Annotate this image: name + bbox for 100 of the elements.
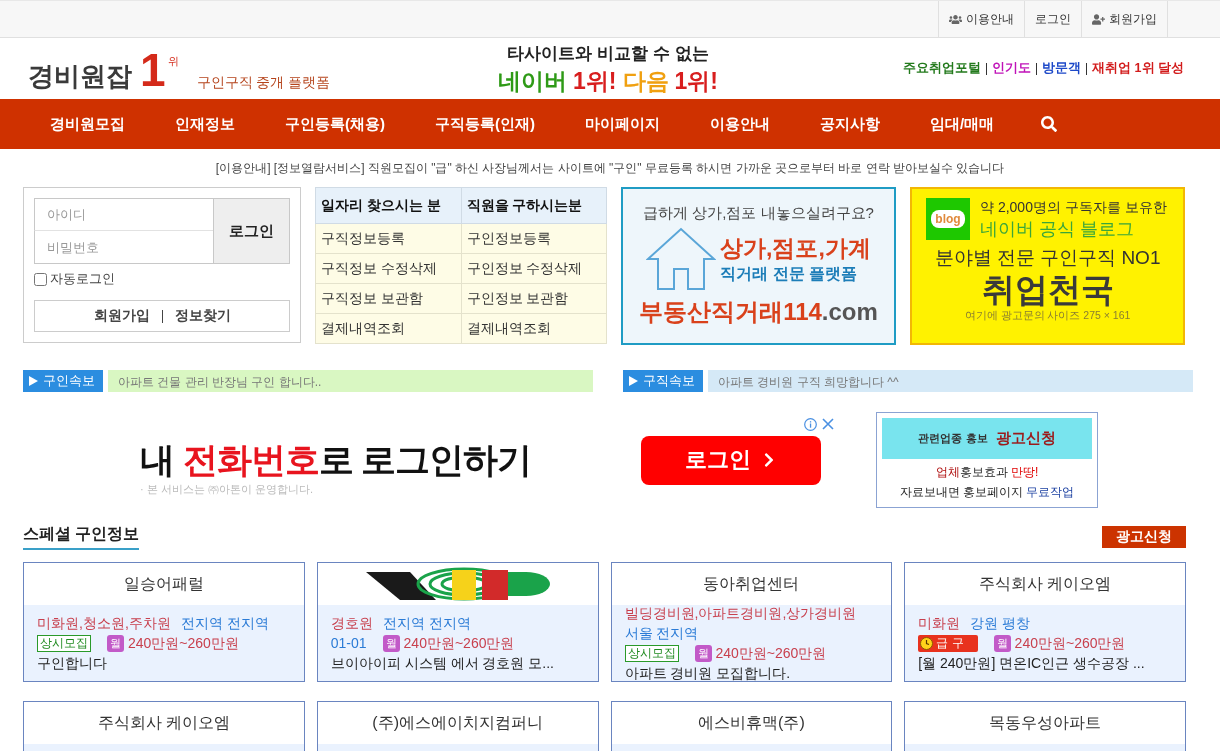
close-icon[interactable] [822,418,834,430]
always-hiring-tag: 상시모집 [37,634,91,652]
job-card[interactable]: (주)에스에이치지컴퍼니 [316,701,599,751]
menu-link[interactable]: 구직정보 보관함 [315,283,461,314]
job-card[interactable]: 주식회사 케이오엠 [23,701,305,751]
banner-site-suffix: .com [821,297,878,327]
promo-tag: 관련업종 홍보 [918,431,988,446]
banner-headline: 상가,점포,가계 [720,234,871,263]
login-button[interactable]: 로그인 [213,198,290,264]
menu-link[interactable]: 구직정보등록 [315,223,461,254]
info-icon[interactable] [804,418,817,431]
job-summary: [월 240만원] 면온IC인근 생수공장 ... [918,654,1146,673]
account-link[interactable]: 회원가입 [93,307,150,325]
top-link[interactable]: 회원가입 [1081,1,1168,37]
highlight-link[interactable]: 인기도 [987,60,1037,77]
nav-link[interactable]: 경비원모집 [23,99,150,149]
slogan-text: 타사이트와 비교할 수 없는 [507,42,709,65]
nav-link[interactable]: 공지사항 [795,99,905,149]
menu-link[interactable]: 결제내역조회 [461,313,607,344]
salary-range: 240만원~260만원 [715,644,827,663]
ad-note: · 본 서비스는 ㈜아톤이 운영합니다. [140,482,314,496]
top-link[interactable]: 이용안내 [938,1,1024,37]
company-name: 일승어패럴 [123,573,204,594]
play-icon [29,376,38,386]
nav-link[interactable]: 이용안내 [685,99,795,149]
account-link[interactable]: 정보찾기 [174,307,231,325]
promo-text: 자료보내면 홍보페이지 무료작업 [899,484,1075,501]
menu-link[interactable]: 구인정보 수정삭제 [461,253,607,284]
password-field[interactable]: 비밀번호 [34,231,213,264]
menu-link[interactable]: 결제내역조회 [315,313,461,344]
user-plus-icon [1092,12,1105,26]
id-field[interactable]: 아이디 [34,198,213,231]
house-icon [646,227,717,291]
job-region: 강원 평창 [970,614,1031,633]
pay-type-tag: 월 [107,634,124,652]
promo-text: 업체홍보효과 만땅! [935,464,1039,481]
search-icon [1041,116,1058,132]
menu-heading: 직원을 구하시는분 [461,187,607,224]
menu-link[interactable]: 구직정보 수정삭제 [315,253,461,284]
pay-type-tag: 월 [993,634,1011,652]
ticker-title: 구인속보 [43,372,95,390]
section-title: 스페셜 구인정보 [23,524,140,550]
nav-link[interactable]: 임대/매매 [905,99,1020,149]
always-hiring-tag: 상시모집 [624,644,679,662]
real-estate-banner[interactable]: 급하게 상가,점포 내놓으실려구요? 상가,점포,가계 직거래 전문 플랫폼 부동산직거래114.com [621,187,896,345]
ad-apply-button[interactable]: 광고신청 [1102,526,1186,548]
company-name: 목동우성아파트 [989,712,1102,733]
job-types: 미화원,청소원,주차원 [37,615,171,631]
salary-range: 240만원~260만원 [128,634,239,653]
banner-question: 급하게 상가,점포 내놓으실려구요? [643,203,874,223]
blog-banner[interactable]: blog 약 2,000명의 구독자를 보유한 네이버 공식 블로그 분야별 전문 구인구직 NO1 취업천국 여기에 광고문의 사이즈 275 × 161 [910,187,1185,345]
logo-tagline: 구인구직 중개 플랫폼 [196,72,331,92]
banner-text: 약 2,000명의 구독자를 보유한 [980,198,1167,217]
job-summary: 구인합니다 [37,654,108,673]
auto-login-label: 자동로그인 [50,270,115,288]
posting-date: 01-01 [330,634,367,653]
job-summary: 아파트 경비원 모집합니다. [624,664,792,683]
banner-footnote: 여기에 광고문의 사이즈 275 × 161 [964,309,1131,322]
job-summary: 브이아이피 시스템 에서 경호원 모... [330,654,555,673]
logo-rank-suffix: 위 [167,53,179,69]
pay-type-tag: 월 [382,634,400,652]
ad-headline: 내 전화번호로 로그인하기 [140,440,532,480]
job-card[interactable]: 일승어패럴 미화원,청소원,주차원 전지역 전지역 상시모집 월 240만원~260만원 구인합니다 [23,562,305,682]
clock-icon [920,636,934,650]
blog-label: blog [931,210,965,228]
ticker-text[interactable]: 아파트 건물 관리 반장님 구인 합니다.. [118,375,322,389]
company-name: 에스비휴맥(주) [698,712,805,733]
ranking-slogan: 네이버 1위! 다음 1위! [498,66,718,96]
users-icon [949,12,962,26]
logo-rank: 1 [140,47,166,92]
pay-type-tag: 월 [694,644,712,662]
notice-text: [이용안내] [정보열람서비스] 직원모집이 "급" 하신 사장님께서는 사이트에 "구인" 무료등록 하시면 가까운 곳으로부터 바로 연락 받아보실수 있습니다 [214,159,1006,177]
banner-title: 취업천국 [981,271,1114,309]
nav-link[interactable]: 구직등록(인재) [410,99,560,149]
highlight-link[interactable]: 주요취업포털 [898,60,987,77]
job-card[interactable]: 주식회사 케이오엠 미화원 강원 평창 급 구 월 240만원~260만원 [월 240만원] 면온IC인근 생수공장 ... [904,562,1186,682]
job-card[interactable]: 경호원 전지역 전지역 01-01 월 240만원~260만원 브이아이피 시스템 에서 경호원 모... [316,562,599,682]
banner-site-name: 부동산직거래114 [639,297,822,327]
ad-login-button[interactable]: 로그인 [641,435,822,485]
job-card[interactable]: 에스비휴맥(주) [610,701,893,751]
promo-title: 광고신청 [995,429,1056,448]
ticker-text[interactable]: 아파트 경비원 구직 희망합니다 ^^ [718,375,899,389]
banner-text: 네이버 공식 블로그 [980,218,1135,241]
job-card[interactable]: 동아취업센터 빌딩경비원,아파트경비원,상가경비원 서울 전지역 상시모집 월 240만원~260만원 아파트 경비원 모집합니다. [610,562,893,682]
promo-box[interactable]: 관련업종 홍보 광고신청 업체홍보효과 만땅! 자료보내면 홍보페이지 무료작업 [876,412,1098,508]
auto-login-checkbox[interactable] [34,272,47,286]
company-name: (주)에스에이치지컴퍼니 [372,712,543,733]
company-name: 주식회사 케이오엠 [97,712,231,733]
nav-link[interactable]: 인재정보 [150,99,260,149]
highlight-link[interactable]: 방문객 [1037,60,1087,77]
top-link[interactable]: 로그인 [1024,1,1081,37]
menu-link[interactable]: 구인정보등록 [461,223,607,254]
nav-link[interactable]: 마이페이지 [560,99,685,149]
highlight-link[interactable]: 재취업 1위 달성 [1087,60,1189,77]
menu-link[interactable]: 구인정보 보관함 [461,283,607,314]
nav-link[interactable]: 구인등록(채용) [260,99,410,149]
job-types: 경호원 [330,615,373,631]
job-region: 전지역 전지역 [382,614,471,633]
job-card[interactable]: 목동우성아파트 [904,701,1186,751]
banner-text: 분야별 전문 구인구직 NO1 [934,246,1161,270]
